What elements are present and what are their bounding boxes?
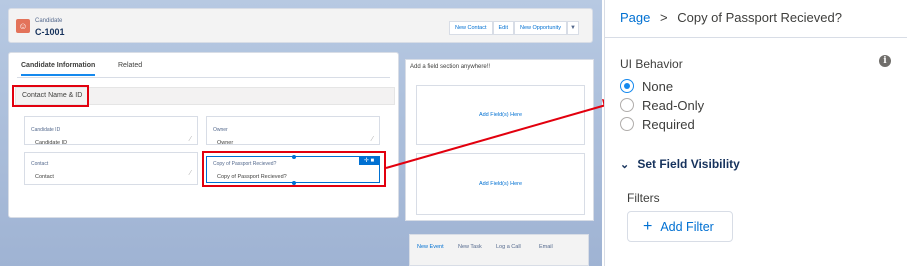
add-filter-label: Add Filter <box>660 219 714 234</box>
info-icon[interactable]: i <box>879 55 891 67</box>
radio-option-none[interactable]: None <box>620 78 673 94</box>
breadcrumb-current: Copy of Passport Recieved? <box>677 10 842 25</box>
breadcrumb-page-link[interactable]: Page <box>620 10 650 25</box>
radio-option-read-only[interactable]: Read-Only <box>620 97 704 113</box>
radio-button[interactable] <box>620 117 634 131</box>
breadcrumb: Page > Copy of Passport Recieved? <box>620 10 842 25</box>
breadcrumb-separator: > <box>660 10 668 25</box>
plus-icon: + <box>643 217 653 235</box>
chevron-down-icon: ⌄ <box>620 159 630 171</box>
add-filter-button[interactable]: + Add Filter <box>627 211 733 242</box>
set-field-visibility-toggle[interactable]: ⌄ Set Field Visibility <box>620 157 740 171</box>
radio-button[interactable] <box>620 79 634 93</box>
radio-button[interactable] <box>620 98 634 112</box>
set-field-visibility-label: Set Field Visibility <box>637 157 740 171</box>
ui-behavior-label: UI Behavior <box>620 57 683 71</box>
radio-label: Read-Only <box>642 97 705 113</box>
property-panel: Page > Copy of Passport Recieved? UI Beh… <box>604 0 907 266</box>
radio-label: Required <box>642 116 695 132</box>
panel-divider <box>605 37 907 38</box>
radio-label: None <box>642 78 674 94</box>
filters-label: Filters <box>627 191 660 205</box>
radio-option-required[interactable]: Required <box>620 116 695 132</box>
